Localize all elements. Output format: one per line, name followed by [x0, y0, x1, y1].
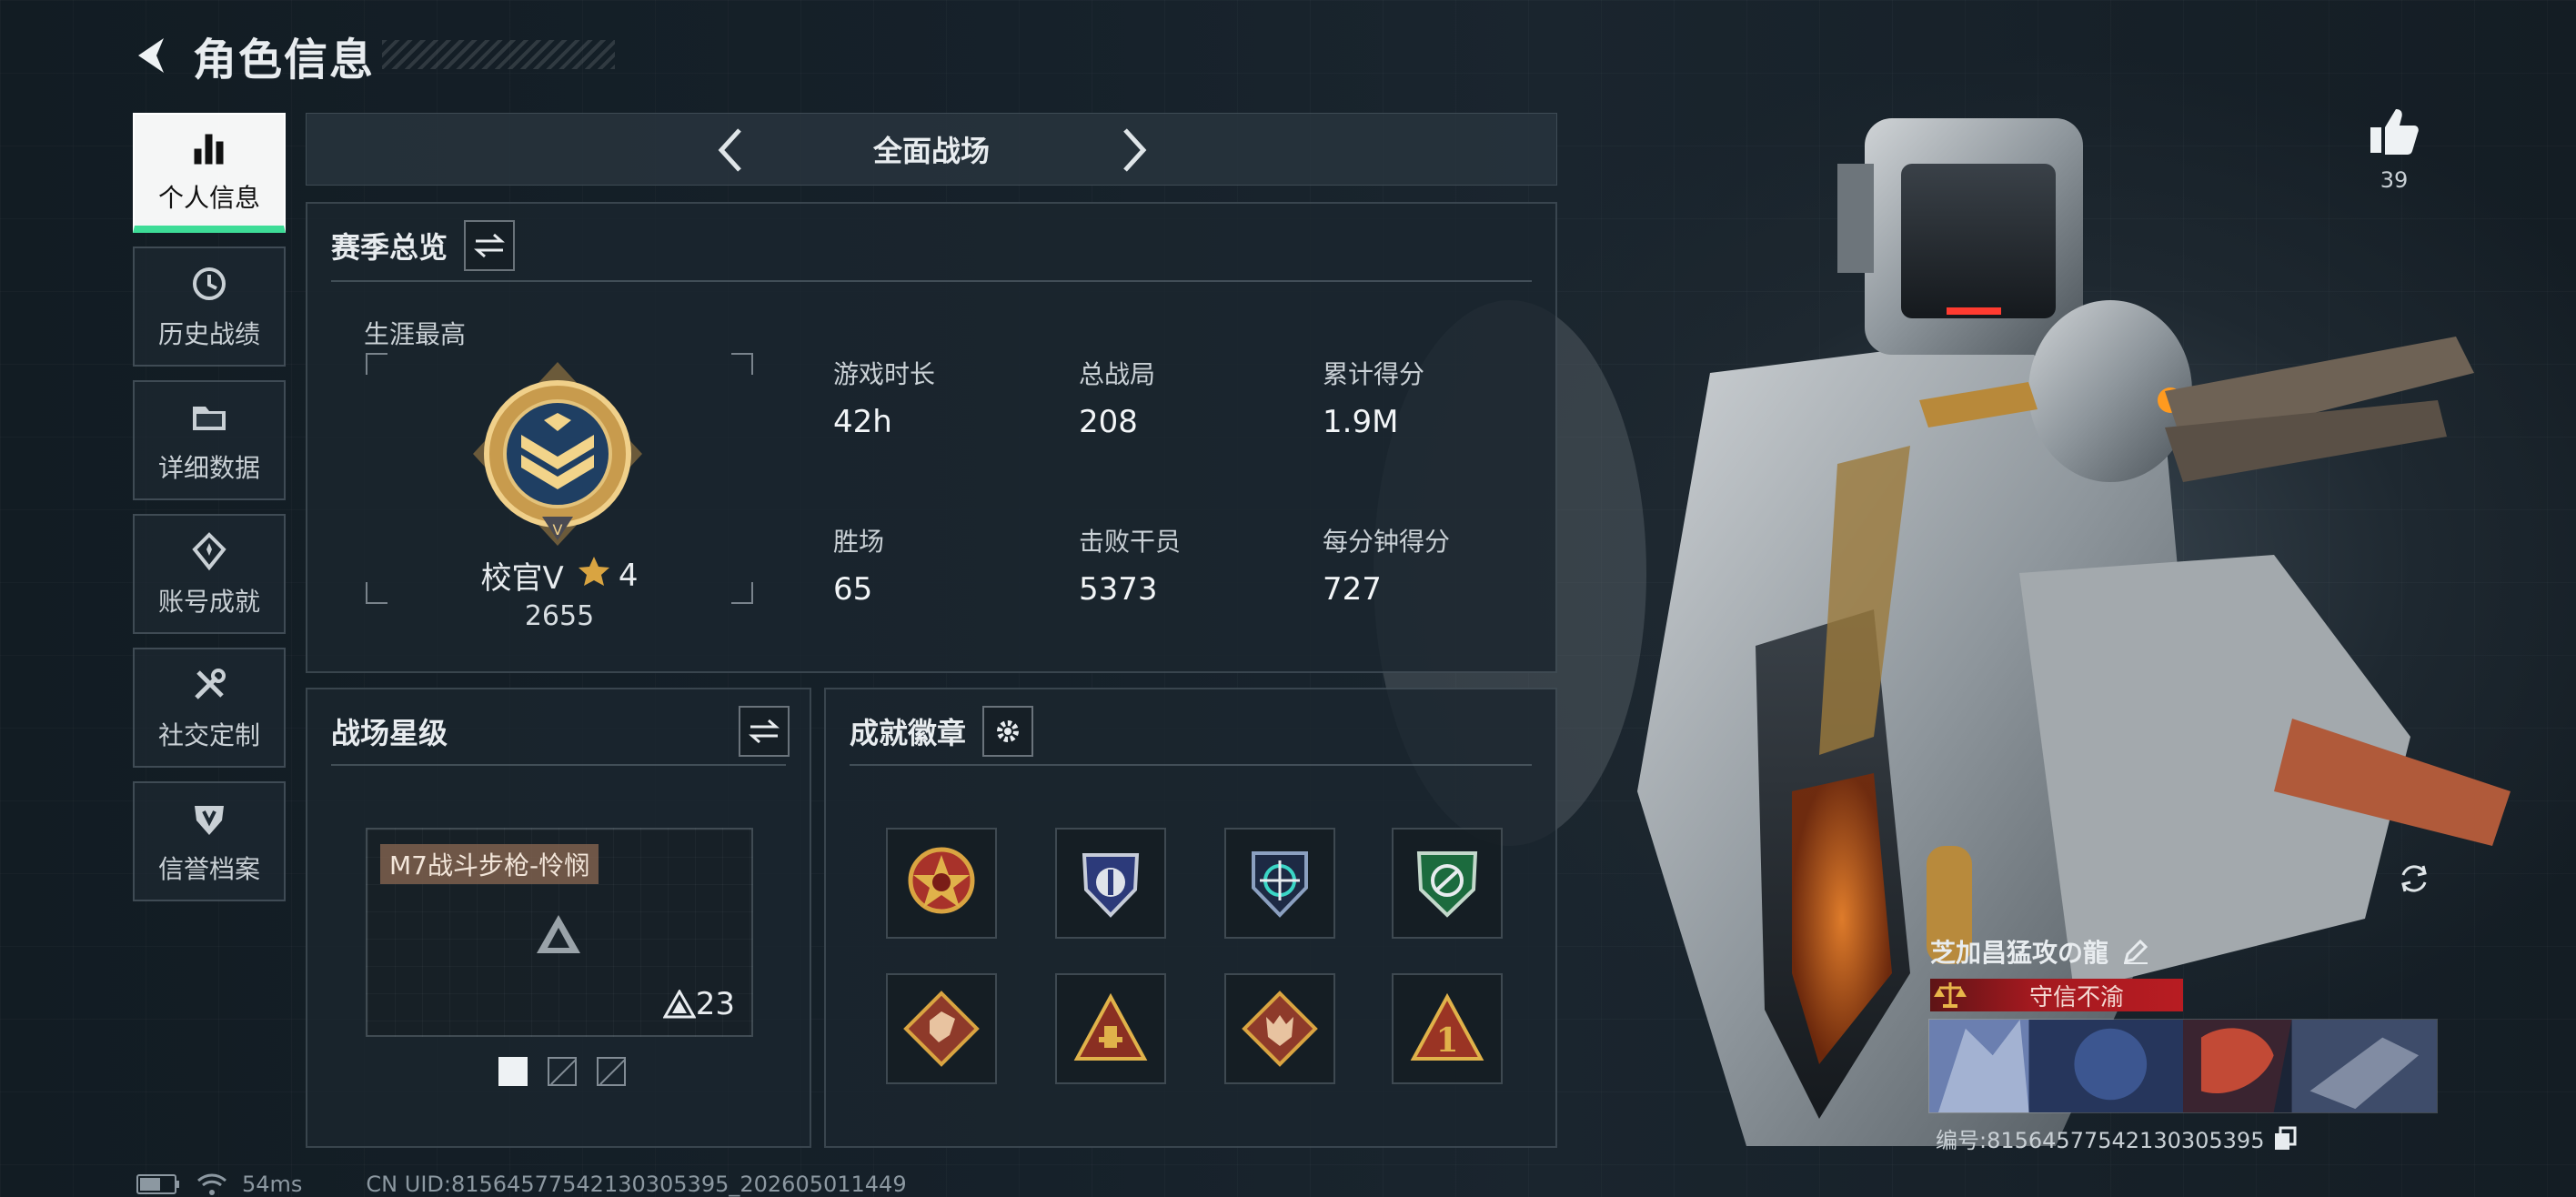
mode-title: 全面战场 — [872, 134, 990, 168]
bar-chart-icon — [187, 126, 231, 169]
pager-dot[interactable] — [548, 1057, 577, 1086]
prev-mode-arrow-icon[interactable] — [707, 126, 754, 174]
achievement-icon — [187, 529, 231, 573]
nav-label: 个人信息 — [157, 183, 260, 213]
like-count: 39 — [2380, 167, 2409, 193]
page-title: 角色信息 — [193, 35, 376, 86]
career-best-label: 生涯最高 — [364, 319, 467, 349]
player-banner-image[interactable] — [1928, 1019, 2438, 1113]
gold-star-medal-icon[interactable] — [886, 828, 997, 939]
page-header: 角色信息 — [127, 24, 375, 87]
mode-selector: 全面战场 — [306, 113, 1557, 186]
stat-total-matches: 总战局 208 — [1079, 359, 1156, 440]
battlefield-star-title: 战场星级 — [331, 716, 448, 750]
swap-icon[interactable] — [464, 220, 516, 271]
gear-icon[interactable] — [982, 706, 1034, 757]
police-shield-badge-icon[interactable] — [1055, 828, 1166, 939]
back-arrow-icon[interactable] — [127, 31, 176, 80]
achievement-badges-title: 成就徽章 — [850, 716, 967, 750]
weapon-level: 23 — [662, 986, 735, 1022]
tools-icon — [187, 663, 231, 707]
star-pager — [498, 1057, 626, 1086]
panel-divider — [850, 764, 1532, 766]
pager-dot[interactable] — [498, 1057, 528, 1086]
triangle-level-icon — [662, 990, 696, 1019]
nav-label: 信誉档案 — [157, 854, 260, 884]
cn-uid-line: CN UID:81564577542130305395_202605011449 — [366, 1172, 907, 1197]
stat-kills: 击败干员 5373 — [1079, 527, 1182, 608]
wolf-diamond-badge-icon[interactable] — [1224, 973, 1335, 1084]
rank-name: 校官V — [480, 560, 564, 597]
sidebar-nav: 个人信息 历史战绩 详细数据 账号成就 社交定制 信誉档案 — [133, 113, 286, 915]
edit-pencil-icon[interactable] — [2119, 935, 2152, 968]
shield-icon — [187, 797, 231, 840]
triangle-rank-badge-icon[interactable] — [1055, 973, 1166, 1084]
player-name-row: 芝加昌猛攻の龍 — [1930, 933, 2152, 970]
nav-item-social-custom[interactable]: 社交定制 — [133, 648, 286, 768]
weapon-name: M7战斗步枪-怜悯 — [380, 844, 599, 884]
copy-icon[interactable] — [2271, 1125, 2299, 1152]
panel-divider — [331, 280, 1532, 282]
rank-emblem-icon: V — [473, 362, 642, 546]
rank-points: 2655 — [524, 600, 595, 632]
green-shield-badge-icon[interactable] — [1392, 828, 1503, 939]
nav-label: 社交定制 — [157, 720, 260, 750]
thumbs-up-icon — [2370, 109, 2419, 155]
stat-wins: 胜场 65 — [833, 527, 885, 608]
nav-item-personal-info[interactable]: 个人信息 — [133, 113, 286, 233]
nav-label: 详细数据 — [157, 453, 260, 483]
scales-emblem-icon — [1930, 979, 1970, 1011]
triangle-one-badge-icon[interactable]: 1 — [1392, 973, 1503, 1084]
title-decoration — [382, 40, 615, 69]
player-id-row: 编号:81564577542130305395 — [1936, 1122, 2299, 1154]
nav-item-history[interactable]: 历史战绩 — [133, 246, 286, 367]
nav-label: 账号成就 — [157, 587, 260, 617]
rank-name-row: 校官V 4 — [364, 553, 755, 598]
stat-score-per-minute: 每分钟得分 727 — [1323, 527, 1451, 608]
status-bar: 54ms CN UID:81564577542130305395_2026050… — [136, 1172, 907, 1197]
pager-dot[interactable] — [597, 1057, 626, 1086]
stat-playtime: 游戏时长 42h — [833, 359, 936, 440]
nav-label: 历史战绩 — [157, 319, 260, 349]
player-title: 守信不渝 — [2028, 983, 2124, 1011]
nav-item-achievements[interactable]: 账号成就 — [133, 514, 286, 634]
wifi-icon — [197, 1173, 226, 1195]
svg-text:V: V — [553, 521, 563, 538]
history-icon — [187, 262, 231, 306]
crosshair-shield-badge-icon[interactable] — [1224, 828, 1335, 939]
swap-icon[interactable] — [739, 706, 790, 757]
triangle-rank-icon — [537, 915, 580, 953]
player-id: 编号:81564577542130305395 — [1936, 1128, 2265, 1153]
folder-icon — [187, 396, 231, 439]
dragon-diamond-badge-icon[interactable] — [886, 973, 997, 1084]
battery-icon — [136, 1174, 179, 1194]
season-overview-title: 赛季总览 — [331, 230, 448, 265]
player-name: 芝加昌猛攻の龍 — [1930, 938, 2109, 968]
refresh-icon[interactable] — [2389, 853, 2440, 904]
nav-item-credit-record[interactable]: 信誉档案 — [133, 781, 286, 901]
player-title-bar: 守信不渝 — [1930, 979, 2183, 1011]
nav-item-detail-data[interactable]: 详细数据 — [133, 380, 286, 500]
rank-stars: 4 — [618, 557, 639, 594]
star-icon — [577, 555, 611, 596]
like-button[interactable]: 39 — [2361, 106, 2427, 193]
stat-total-score: 累计得分 1.9M — [1323, 359, 1425, 440]
weapon-star-card[interactable]: M7战斗步枪-怜悯 23 — [366, 828, 753, 1037]
ping-value: 54ms — [242, 1172, 303, 1197]
svg-text:1: 1 — [1435, 1021, 1458, 1060]
next-mode-arrow-icon[interactable] — [1111, 126, 1158, 174]
panel-divider — [331, 764, 786, 766]
